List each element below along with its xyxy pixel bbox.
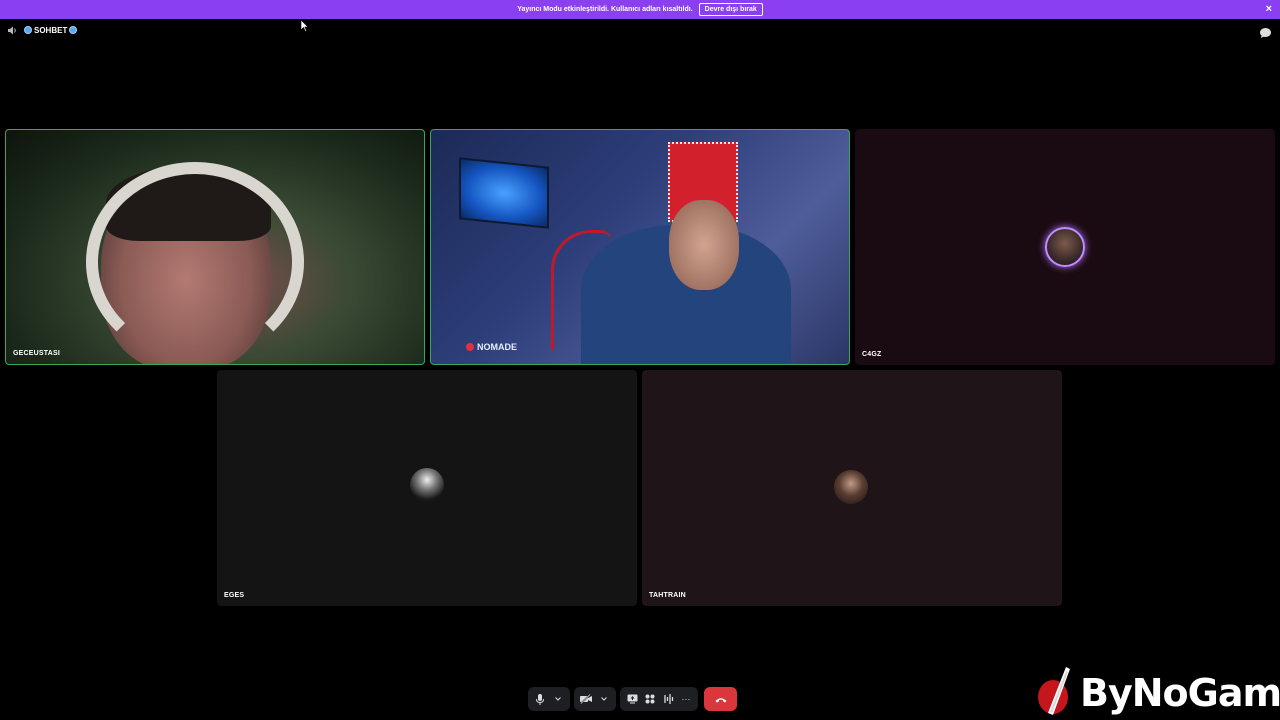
globe-icon — [24, 26, 32, 34]
webcam-video-detail — [86, 162, 304, 362]
participant-tile-streamer[interactable]: NOMADE — [430, 129, 850, 365]
webcam-video-detail — [669, 200, 739, 290]
disable-streamer-mode-button[interactable]: Devre dışı bırak — [698, 3, 763, 16]
soundboard-icon[interactable] — [662, 690, 674, 708]
participant-tile-eges[interactable]: EGES — [217, 370, 637, 606]
participant-tile-geceustasi[interactable]: GECEUSTASI — [5, 129, 425, 365]
chevron-down-icon[interactable] — [552, 690, 564, 708]
hang-up-icon — [715, 690, 727, 708]
webcam-video — [459, 157, 549, 229]
nomade-logo-icon — [466, 343, 474, 351]
watermark-logo: ByNoGame — [1036, 666, 1280, 720]
watermark-emblem-icon — [1036, 665, 1074, 720]
actions-control-group: ··· — [620, 687, 698, 711]
avatar — [1045, 227, 1085, 267]
microphone-icon[interactable] — [534, 690, 546, 708]
participant-tile-tahtrain[interactable]: TAHTRAIN — [642, 370, 1062, 606]
avatar — [410, 468, 444, 502]
nomade-logo: NOMADE — [466, 342, 517, 352]
participant-name: C4GZ — [862, 351, 882, 358]
banner-text: Yayıncı Modu etkinleştirildi. Kullanıcı … — [517, 6, 693, 13]
screen-share-icon[interactable] — [626, 690, 638, 708]
watermark-text: ByNoGame — [1080, 671, 1280, 715]
participant-name: EGES — [224, 592, 245, 599]
chevron-down-icon[interactable] — [598, 690, 610, 708]
hang-up-button[interactable] — [704, 687, 737, 711]
globe-icon — [69, 26, 78, 34]
camera-control-group — [574, 687, 616, 711]
avatar — [834, 470, 868, 504]
mic-control-group — [528, 687, 570, 711]
camera-off-icon[interactable] — [580, 690, 592, 708]
chat-icon[interactable] — [1260, 25, 1271, 43]
participant-name: GECEUSTASI — [13, 350, 60, 357]
speaker-icon[interactable] — [8, 26, 18, 35]
streamer-mode-banner: Yayıncı Modu etkinleştirildi. Kullanıcı … — [0, 0, 1280, 19]
close-icon[interactable]: × — [1266, 3, 1272, 15]
channel-name-label: SOHBET — [34, 25, 68, 35]
channel-name: SOHBET — [24, 25, 78, 35]
call-controls: ··· — [528, 687, 737, 711]
mouse-cursor-icon — [300, 19, 309, 37]
participant-name: TAHTRAIN — [649, 592, 686, 599]
participant-tile-c4gz[interactable]: C4GZ — [855, 129, 1275, 365]
more-icon[interactable]: ··· — [680, 690, 692, 708]
channel-header: SOHBET — [8, 24, 78, 36]
activities-icon[interactable] — [644, 690, 656, 708]
nomade-logo-text: NOMADE — [477, 342, 517, 352]
